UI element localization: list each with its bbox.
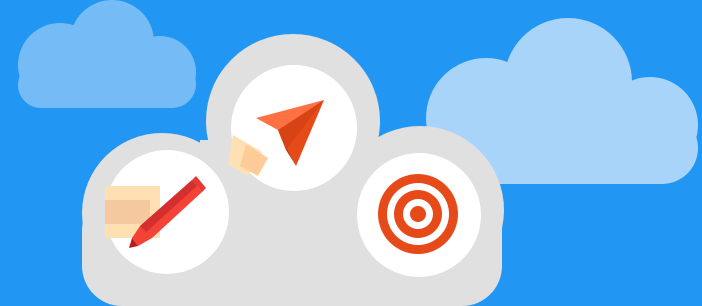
target-badge (357, 153, 481, 277)
illustration-scene (0, 0, 702, 306)
pencil-badge (105, 150, 229, 274)
target-icon (378, 174, 458, 254)
